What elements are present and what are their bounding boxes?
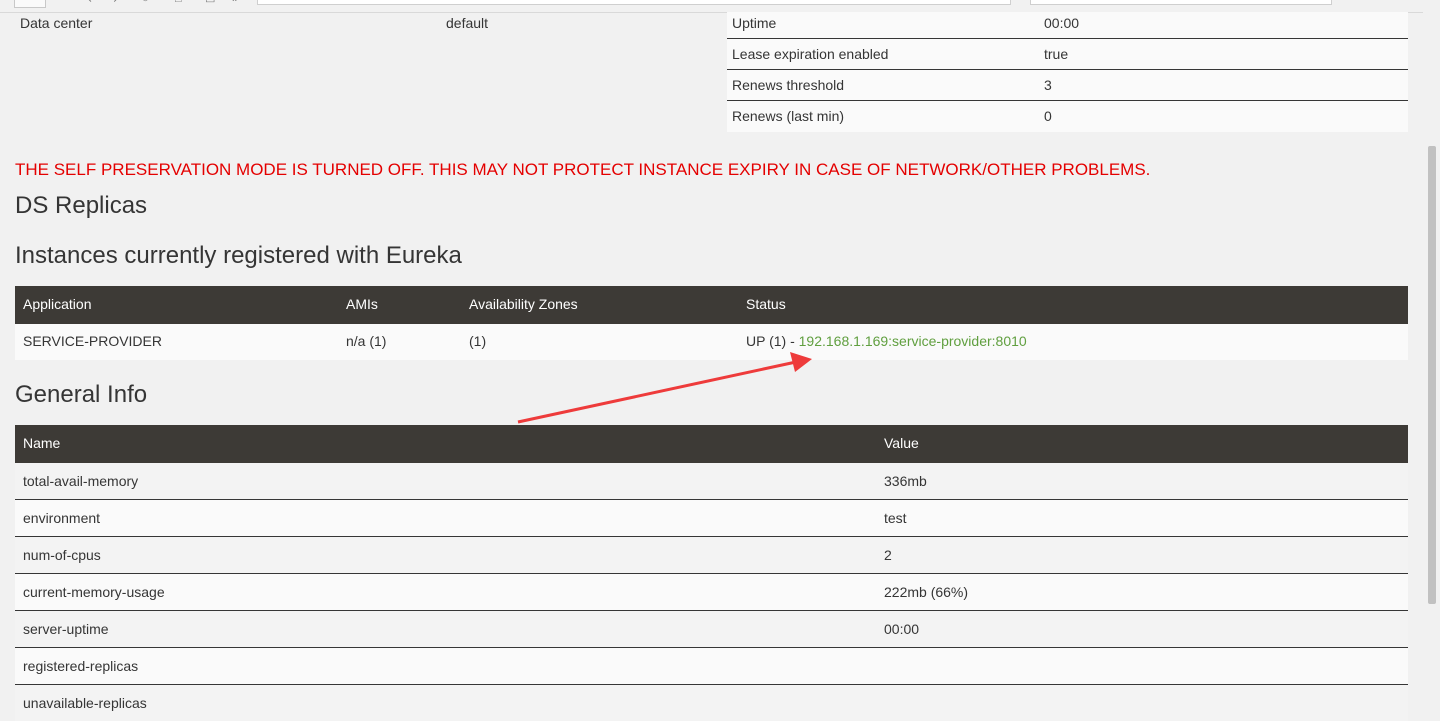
column-header-application: Application	[23, 296, 92, 312]
arrow-shaft	[517, 360, 797, 424]
info-value: 2	[884, 547, 892, 563]
back-icon[interactable]: ↩	[88, 0, 97, 6]
save-icon[interactable]: ▭	[205, 0, 215, 6]
instances-table: Application AMIs Availability Zones Stat…	[15, 286, 1408, 360]
address-bar[interactable]	[257, 0, 1011, 5]
table-header: Name Value	[15, 425, 1408, 463]
table-row: environment test	[15, 499, 1408, 536]
browser-search-box[interactable]	[1030, 0, 1332, 5]
table-row: registered-replicas	[15, 647, 1408, 684]
table-header: Application AMIs Availability Zones Stat…	[15, 286, 1408, 324]
column-header-value: Value	[884, 435, 919, 451]
info-value: 336mb	[884, 473, 927, 489]
info-name: current-memory-usage	[23, 584, 165, 600]
status-key: Data center	[20, 15, 93, 31]
table-row: num-of-cpus 2	[15, 536, 1408, 573]
instance-link[interactable]: 192.168.1.169:service-provider:8010	[799, 333, 1027, 349]
general-info-table: Name Value total-avail-memory 336mb envi…	[15, 425, 1408, 721]
page-scrollbar[interactable]	[1423, 12, 1440, 712]
table-body: total-avail-memory 336mb environment tes…	[15, 463, 1408, 721]
info-value: 222mb (66%)	[884, 584, 969, 600]
ds-replicas-heading: DS Replicas	[15, 192, 148, 219]
forward-icon[interactable]: ↪	[108, 0, 117, 6]
status-value: 3	[1044, 77, 1052, 93]
info-name: server-uptime	[23, 621, 109, 637]
table-row: Lease expiration enabled true	[727, 39, 1408, 70]
info-value: 00:00	[884, 621, 920, 637]
table-row: unavailable-replicas	[15, 684, 1408, 721]
column-header-status: Status	[746, 296, 786, 312]
status-value: 00:00	[1044, 15, 1080, 31]
system-status-right-table: Uptime 00:00 Lease expiration enabled tr…	[727, 12, 1408, 132]
table-row: server-uptime 00:00	[15, 610, 1408, 647]
scrollbar-thumb[interactable]	[1428, 146, 1436, 604]
table-row: current-memory-usage 222mb (66%)	[15, 573, 1408, 610]
table-row: Renews threshold 3	[727, 70, 1408, 101]
column-header-amis: AMIs	[346, 296, 378, 312]
info-name: num-of-cpus	[23, 547, 101, 563]
status-value: true	[1044, 46, 1069, 62]
info-name: registered-replicas	[23, 658, 139, 674]
refresh-icon[interactable]: ○	[142, 0, 149, 5]
menu-button[interactable]	[14, 0, 46, 8]
application-cell: SERVICE-PROVIDER	[23, 333, 162, 349]
table-row: total-avail-memory 336mb	[15, 463, 1408, 499]
zones-cell: (1)	[469, 333, 487, 349]
info-name: total-avail-memory	[23, 473, 139, 489]
home-icon[interactable]: □	[175, 0, 182, 5]
amis-cell: n/a (1)	[346, 333, 387, 349]
status-key: Renews threshold	[732, 77, 845, 93]
status-key: Lease expiration enabled	[732, 46, 889, 62]
extensions-icon[interactable]: »	[232, 0, 238, 5]
table-row: Uptime 00:00	[727, 12, 1408, 39]
general-info-heading: General Info	[15, 381, 148, 408]
system-status-left-table: Data center default	[15, 12, 712, 34]
status-text: UP (1) -	[746, 333, 799, 349]
table-row: Renews (last min) 0	[727, 101, 1408, 132]
table-row: SERVICE-PROVIDER n/a (1) (1) UP (1) - 19…	[15, 324, 1408, 360]
status-value: default	[446, 15, 489, 31]
info-name: environment	[23, 510, 101, 526]
table-row: Data center default	[15, 12, 712, 34]
column-header-name: Name	[23, 435, 61, 451]
self-preservation-warning: THE SELF PRESERVATION MODE IS TURNED OFF…	[15, 160, 1151, 179]
column-header-zones: Availability Zones	[469, 296, 578, 312]
info-name: unavailable-replicas	[23, 695, 147, 711]
status-value: 0	[1044, 108, 1052, 124]
instances-heading: Instances currently registered with Eure…	[15, 242, 462, 269]
info-value: test	[884, 510, 907, 526]
status-key: Renews (last min)	[732, 108, 845, 124]
status-key: Uptime	[732, 15, 777, 31]
status-cell: UP (1) - 192.168.1.169:service-provider:…	[746, 333, 1027, 349]
